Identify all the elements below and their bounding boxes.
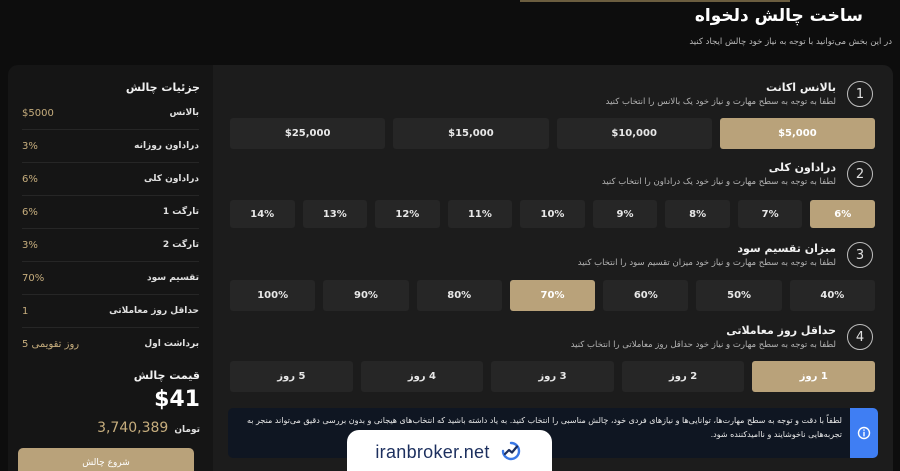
option-drawdown-12[interactable]: 12% xyxy=(375,200,440,228)
divider xyxy=(22,327,199,328)
step-description: لطفا به توجه به سطح مهارت و نیاز خود یک … xyxy=(601,177,836,187)
details-title: جزئیات چالش xyxy=(125,81,200,94)
price-toman-row: تومان 3,740,389 xyxy=(97,420,200,436)
detail-label: بالانس xyxy=(169,108,199,118)
price-usd: $41 xyxy=(154,387,200,412)
step-number: 4 xyxy=(847,324,873,350)
option-drawdown-10[interactable]: 10% xyxy=(520,200,585,228)
step-profit-split: 3 میزان تقسیم سود لطفا به توجه به سطح مه… xyxy=(473,242,873,272)
page-subtitle: در این بخش می‌توانید با توجه به نیاز خود… xyxy=(689,37,892,47)
detail-row-balance: $5000 بالانس xyxy=(22,105,199,121)
option-drawdown-8[interactable]: 8% xyxy=(665,200,730,228)
option-split-50[interactable]: 50% xyxy=(696,280,782,311)
option-split-70[interactable]: 70% xyxy=(509,280,596,311)
trading-days-options: 1 روز 2 روز 3 روز 4 روز 5 روز xyxy=(230,361,875,392)
detail-value: $5000 xyxy=(22,107,54,119)
step-description: لطفا به توجه به سطح مهارت و نیاز خود میز… xyxy=(577,258,836,268)
profit-split-options: 40% 50% 60% 70% 80% 90% 100% xyxy=(230,280,875,311)
detail-row-target-2: 3% تارگت 2 xyxy=(22,237,199,253)
divider xyxy=(22,294,199,295)
detail-row-daily-drawdown: 3% دراداون روزانه xyxy=(22,138,199,154)
divider xyxy=(22,228,199,229)
step-description: لطفا به توجه به سطح مهارت و نیاز خود یک … xyxy=(605,97,836,107)
option-days-4[interactable]: 4 روز xyxy=(360,361,484,392)
balance-options: $5,000 $10,000 $15,000 $25,000 xyxy=(230,118,875,149)
option-split-80[interactable]: 80% xyxy=(416,280,502,311)
detail-label: تارگت 1 xyxy=(162,207,199,217)
step-min-trading-days: 4 حداقل روز معاملاتی لطفا به توجه به سطح… xyxy=(473,324,873,354)
drawdown-options: 6% 7% 8% 9% 10% 11% 12% 13% 14% xyxy=(229,200,875,228)
price-toman: 3,740,389 xyxy=(97,420,169,436)
divider xyxy=(22,195,199,196)
option-split-40[interactable]: 40% xyxy=(789,280,875,311)
detail-value: 3% xyxy=(22,140,38,152)
option-days-5[interactable]: 5 روز xyxy=(230,361,353,392)
page-title: ساخت چالش دلخواه xyxy=(694,6,863,26)
divider xyxy=(22,261,199,262)
option-balance-15000[interactable]: $15,000 xyxy=(393,118,549,149)
detail-label: تقسیم سود xyxy=(147,273,199,283)
step-drawdown: 2 دراداون کلی لطفا به توجه به سطح مهارت … xyxy=(473,161,873,191)
option-drawdown-13[interactable]: 13% xyxy=(302,200,368,228)
option-days-2[interactable]: 2 روز xyxy=(621,361,745,392)
option-drawdown-14[interactable]: 14% xyxy=(229,200,295,228)
toman-unit: تومان xyxy=(174,425,200,435)
option-split-90[interactable]: 90% xyxy=(323,280,409,311)
top-accent-line xyxy=(520,0,790,2)
option-days-3[interactable]: 3 روز xyxy=(491,361,614,392)
info-icon xyxy=(850,408,878,458)
step-number: 2 xyxy=(847,161,873,187)
step-number: 3 xyxy=(847,242,873,268)
step-title: بالانس اکانت xyxy=(765,81,836,94)
detail-row-first-withdrawal: 5 روز تقویمی برداشت اول xyxy=(22,336,199,352)
divider xyxy=(22,162,199,163)
detail-label: حداقل روز معاملاتی xyxy=(109,306,199,316)
challenge-builder-panel: 1 بالانس اکانت لطفا به توجه به سطح مهارت… xyxy=(213,65,893,471)
detail-label: دراداون روزانه xyxy=(134,141,199,151)
detail-label: تارگت 2 xyxy=(162,240,199,250)
option-days-1[interactable]: 1 روز xyxy=(752,361,875,392)
detail-label: برداشت اول xyxy=(144,339,199,349)
option-drawdown-11[interactable]: 11% xyxy=(447,200,513,228)
option-split-60[interactable]: 60% xyxy=(603,280,689,311)
challenge-details-panel: جزئیات چالش $5000 بالانس 3% دراداون روزا… xyxy=(8,65,213,471)
option-balance-5000[interactable]: $5,000 xyxy=(719,118,875,149)
step-number: 1 xyxy=(847,81,873,107)
detail-label: دراداون کلی xyxy=(143,174,199,184)
option-drawdown-9[interactable]: 9% xyxy=(592,200,658,228)
detail-value: 5 روز تقویمی xyxy=(22,338,80,350)
option-drawdown-7[interactable]: 7% xyxy=(737,200,803,228)
detail-value: 6% xyxy=(22,173,38,185)
option-split-100[interactable]: 100% xyxy=(230,280,316,311)
step-title: دراداون کلی xyxy=(768,161,836,174)
detail-row-total-drawdown: 6% دراداون کلی xyxy=(22,171,199,187)
warning-notice: لطفاً با دقت و توجه به سطح مهارت‌ها، توا… xyxy=(228,408,878,458)
price-label: قیمت چالش xyxy=(133,369,200,382)
step-title: حداقل روز معاملاتی xyxy=(726,324,836,337)
detail-value: 6% xyxy=(22,206,38,218)
step-balance: 1 بالانس اکانت لطفا به توجه به سطح مهارت… xyxy=(473,81,873,111)
option-balance-25000[interactable]: $25,000 xyxy=(230,118,386,149)
detail-value: 1 xyxy=(22,305,29,317)
step-title: میزان تقسیم سود xyxy=(737,242,836,255)
detail-value: 70% xyxy=(22,272,45,284)
detail-row-min-trading-days: 1 حداقل روز معاملاتی xyxy=(22,303,199,319)
option-drawdown-6[interactable]: 6% xyxy=(810,200,875,228)
detail-row-profit-split: 70% تقسیم سود xyxy=(22,270,199,286)
divider xyxy=(22,129,199,130)
trend-logo-icon xyxy=(498,438,524,468)
watermark: iranbroker.net xyxy=(347,430,552,471)
watermark-text: iranbroker.net xyxy=(375,442,490,462)
option-balance-10000[interactable]: $10,000 xyxy=(556,118,712,149)
detail-row-target-1: 6% تارگت 1 xyxy=(22,204,199,220)
detail-value: 3% xyxy=(22,239,38,251)
start-challenge-button[interactable]: شروع چالش xyxy=(18,448,194,471)
step-description: لطفا به توجه به سطح مهارت و نیاز خود حدا… xyxy=(570,340,836,350)
